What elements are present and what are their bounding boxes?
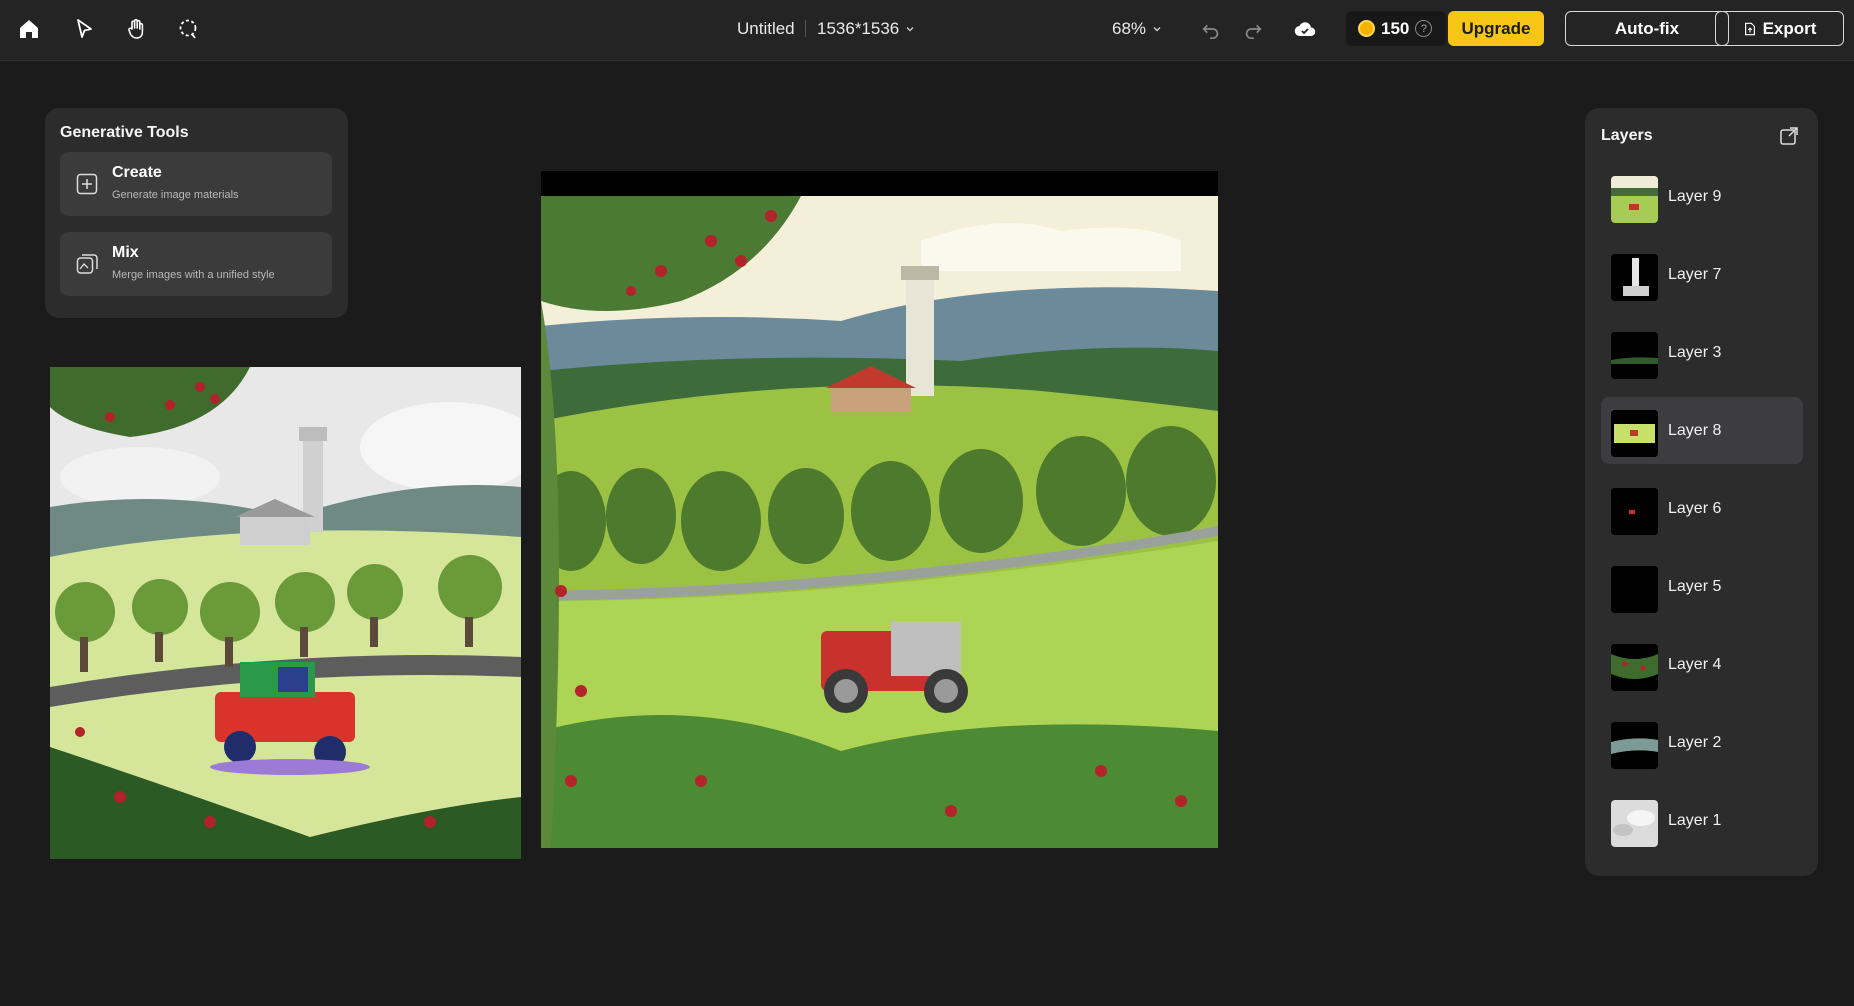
layer-thumbnail bbox=[1611, 254, 1658, 301]
create-tool-subtitle: Generate image materials bbox=[112, 189, 239, 201]
zoom-level: 68% bbox=[1112, 19, 1147, 38]
redo-icon[interactable] bbox=[1240, 16, 1266, 42]
create-tool-title: Create bbox=[112, 164, 162, 181]
autofix-label: Auto-fix bbox=[1614, 18, 1680, 38]
chevron-down-icon bbox=[906, 27, 914, 32]
layer-thumbnail bbox=[1611, 800, 1658, 847]
layer-item-8[interactable]: Layer 8 bbox=[1601, 397, 1803, 464]
export-file-icon bbox=[1744, 22, 1755, 35]
generative-tools-title: Generative Tools bbox=[60, 124, 189, 141]
layers-title: Layers bbox=[1601, 127, 1653, 144]
layer-name: Layer 4 bbox=[1668, 656, 1722, 673]
layer-thumbnail bbox=[1611, 176, 1658, 223]
layer-thumbnail bbox=[1611, 722, 1658, 769]
autofix-button[interactable]: Auto-fix bbox=[1565, 11, 1729, 46]
top-toolbar: Untitled 1536*1536 68% 150 ? Upgrade Aut… bbox=[0, 0, 1854, 61]
layer-thumbnail bbox=[1611, 332, 1658, 379]
layers-panel: Layers Layer 9 Layer 7 Layer 3 Layer 8 L… bbox=[1585, 108, 1818, 876]
undo-icon[interactable] bbox=[1198, 16, 1224, 42]
cloud-saved-icon[interactable] bbox=[1292, 16, 1318, 42]
layer-name: Layer 6 bbox=[1668, 500, 1722, 517]
document-title[interactable]: Untitled bbox=[737, 19, 795, 39]
layer-item-7[interactable]: Layer 7 bbox=[1601, 241, 1803, 308]
mix-tool-subtitle: Merge images with a unified style bbox=[112, 269, 275, 281]
credits-balance[interactable]: 150 ? bbox=[1346, 11, 1446, 46]
coin-icon bbox=[1358, 20, 1375, 37]
canvas-image-main[interactable] bbox=[541, 171, 1218, 848]
help-icon[interactable]: ? bbox=[1415, 20, 1433, 37]
layer-item-6[interactable]: Layer 6 bbox=[1601, 475, 1803, 542]
canvas-size-label: 1536*1536 bbox=[817, 19, 900, 38]
export-button[interactable]: Export bbox=[1715, 11, 1844, 46]
export-label: Export bbox=[1762, 18, 1817, 38]
mix-tool[interactable]: Mix Merge images with a unified style bbox=[60, 232, 332, 296]
layer-item-1[interactable]: Layer 1 bbox=[1601, 787, 1803, 854]
generative-tools-panel: Generative Tools Create Generate image m… bbox=[45, 108, 348, 318]
title-divider bbox=[805, 20, 806, 37]
layer-name: Layer 9 bbox=[1668, 188, 1722, 205]
canvas-image-flat-style[interactable] bbox=[50, 367, 521, 859]
layer-item-9[interactable]: Layer 9 bbox=[1601, 163, 1803, 230]
hand-pan-icon[interactable] bbox=[119, 12, 153, 46]
zoom-dropdown[interactable]: 68% bbox=[1112, 19, 1162, 39]
canvas-size-dropdown[interactable]: 1536*1536 bbox=[817, 19, 915, 39]
layer-name: Layer 1 bbox=[1668, 812, 1722, 829]
lasso-select-icon[interactable] bbox=[171, 12, 205, 46]
layer-name: Layer 2 bbox=[1668, 734, 1722, 751]
layer-item-5[interactable]: Layer 5 bbox=[1601, 553, 1803, 620]
layer-thumbnail bbox=[1611, 644, 1658, 691]
export-layers-icon[interactable] bbox=[1779, 126, 1799, 146]
layer-item-2[interactable]: Layer 2 bbox=[1601, 709, 1803, 776]
credits-count: 150 bbox=[1381, 18, 1410, 38]
mix-tool-title: Mix bbox=[112, 244, 139, 261]
layer-name: Layer 8 bbox=[1668, 422, 1722, 439]
upgrade-button[interactable]: Upgrade bbox=[1448, 11, 1544, 46]
layer-thumbnail bbox=[1611, 566, 1658, 613]
layer-item-4[interactable]: Layer 4 bbox=[1601, 631, 1803, 698]
layer-name: Layer 7 bbox=[1668, 266, 1722, 283]
layer-thumbnail bbox=[1611, 488, 1658, 535]
home-icon[interactable] bbox=[12, 12, 46, 46]
layer-name: Layer 3 bbox=[1668, 344, 1722, 361]
create-tool[interactable]: Create Generate image materials bbox=[60, 152, 332, 216]
select-pointer-icon[interactable] bbox=[67, 12, 101, 46]
layer-thumbnail bbox=[1611, 410, 1658, 457]
layer-name: Layer 5 bbox=[1668, 578, 1722, 595]
chevron-down-icon bbox=[1153, 27, 1161, 32]
layer-item-3[interactable]: Layer 3 bbox=[1601, 319, 1803, 386]
plus-square-icon bbox=[76, 173, 98, 195]
mix-images-icon bbox=[76, 254, 98, 274]
